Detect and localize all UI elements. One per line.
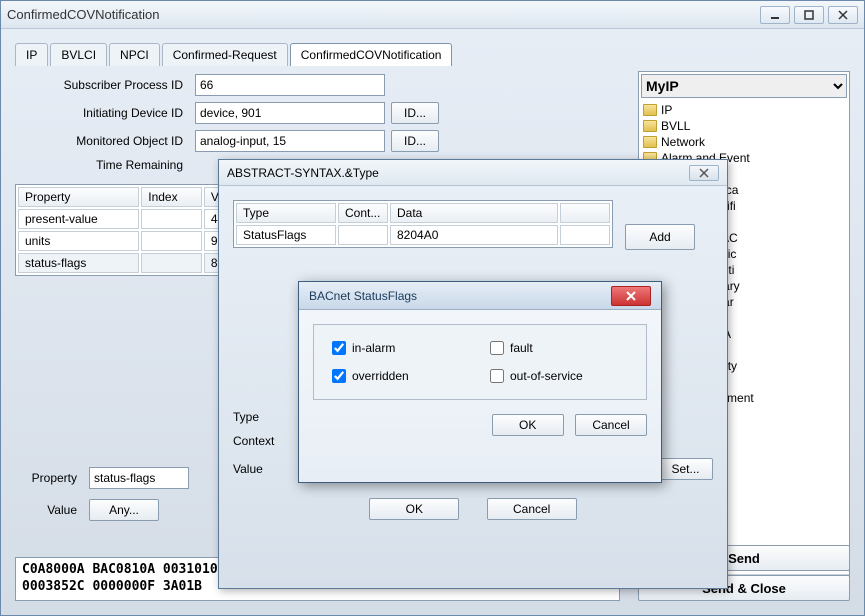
context-label: Context — [233, 434, 285, 448]
col-cont[interactable]: Cont... — [338, 203, 388, 223]
ok-button[interactable]: OK — [369, 498, 459, 520]
dialog-titlebar: BACnet StatusFlags — [299, 282, 661, 310]
tree-item[interactable]: Network — [641, 134, 847, 150]
ok-button[interactable]: OK — [492, 414, 564, 436]
dialog-titlebar: ABSTRACT-SYNTAX.&Type — [219, 160, 727, 186]
tab-ip[interactable]: IP — [15, 43, 48, 66]
subscriber-label: Subscriber Process ID — [15, 78, 195, 92]
set-button[interactable]: Set... — [658, 458, 713, 480]
status-flags-dialog: BACnet StatusFlags in-alarm fault overridd… — [298, 281, 662, 483]
property-label: Property — [19, 471, 89, 485]
initiating-input[interactable] — [195, 102, 385, 124]
tab-strip: IP BVLCI NPCI Confirmed-Request Confirme… — [15, 43, 850, 66]
cancel-button[interactable]: Cancel — [487, 498, 577, 520]
monitored-id-button[interactable]: ID... — [391, 130, 439, 152]
checkbox-input[interactable] — [332, 341, 346, 355]
titlebar: ConfirmedCOVNotification — [1, 1, 864, 29]
checkbox-fault[interactable]: fault — [490, 341, 628, 355]
monitored-input[interactable] — [195, 130, 385, 152]
initiating-id-button[interactable]: ID... — [391, 102, 439, 124]
type-label: Type — [233, 410, 285, 424]
folder-icon — [643, 136, 657, 148]
lower-form: Property Value Any... — [19, 467, 189, 527]
table-row[interactable]: StatusFlags 8204A0 — [236, 225, 610, 245]
ip-dropdown[interactable]: MyIP — [641, 74, 847, 98]
checkbox-outofservice[interactable]: out-of-service — [490, 369, 628, 383]
col-index[interactable]: Index — [141, 187, 202, 207]
syntax-table: Type Cont... Data StatusFlags 8204A0 — [233, 200, 613, 248]
dialog-close-button[interactable] — [611, 286, 651, 306]
minimize-button[interactable] — [760, 6, 790, 24]
cancel-button[interactable]: Cancel — [575, 414, 647, 436]
tab-npci[interactable]: NPCI — [109, 43, 160, 66]
dialog-close-button[interactable] — [689, 165, 719, 181]
window-controls — [760, 6, 858, 24]
close-button[interactable] — [828, 6, 858, 24]
col-data[interactable]: Data — [390, 203, 558, 223]
value-label: Value — [19, 503, 89, 517]
checkbox-input[interactable] — [332, 369, 346, 383]
tab-confirmed-cov-notification[interactable]: ConfirmedCOVNotification — [290, 43, 453, 66]
dialog-title: BACnet StatusFlags — [309, 289, 611, 303]
tab-confirmed-request[interactable]: Confirmed-Request — [162, 43, 288, 66]
tree-item[interactable]: IP — [641, 102, 847, 118]
any-button[interactable]: Any... — [89, 499, 159, 521]
checkbox-inalarm[interactable]: in-alarm — [332, 341, 470, 355]
checkbox-input[interactable] — [490, 369, 504, 383]
value-label-m1: Value — [233, 462, 285, 476]
folder-icon — [643, 104, 657, 116]
col-type[interactable]: Type — [236, 203, 336, 223]
checkbox-group: in-alarm fault overridden out-of-service — [313, 324, 647, 400]
maximize-button[interactable] — [794, 6, 824, 24]
monitored-label: Monitored Object ID — [15, 134, 195, 148]
checkbox-input[interactable] — [490, 341, 504, 355]
checkbox-overridden[interactable]: overridden — [332, 369, 470, 383]
initiating-label: Initiating Device ID — [15, 106, 195, 120]
add-button[interactable]: Add — [625, 224, 695, 250]
col-property[interactable]: Property — [18, 187, 139, 207]
subscriber-input[interactable] — [195, 74, 385, 96]
property-input[interactable] — [89, 467, 189, 489]
folder-icon — [643, 120, 657, 132]
tab-bvlci[interactable]: BVLCI — [50, 43, 107, 66]
window-title: ConfirmedCOVNotification — [7, 7, 760, 22]
time-remaining-label: Time Remaining — [15, 158, 195, 172]
dialog-title: ABSTRACT-SYNTAX.&Type — [227, 166, 689, 180]
tree-item[interactable]: BVLL — [641, 118, 847, 134]
